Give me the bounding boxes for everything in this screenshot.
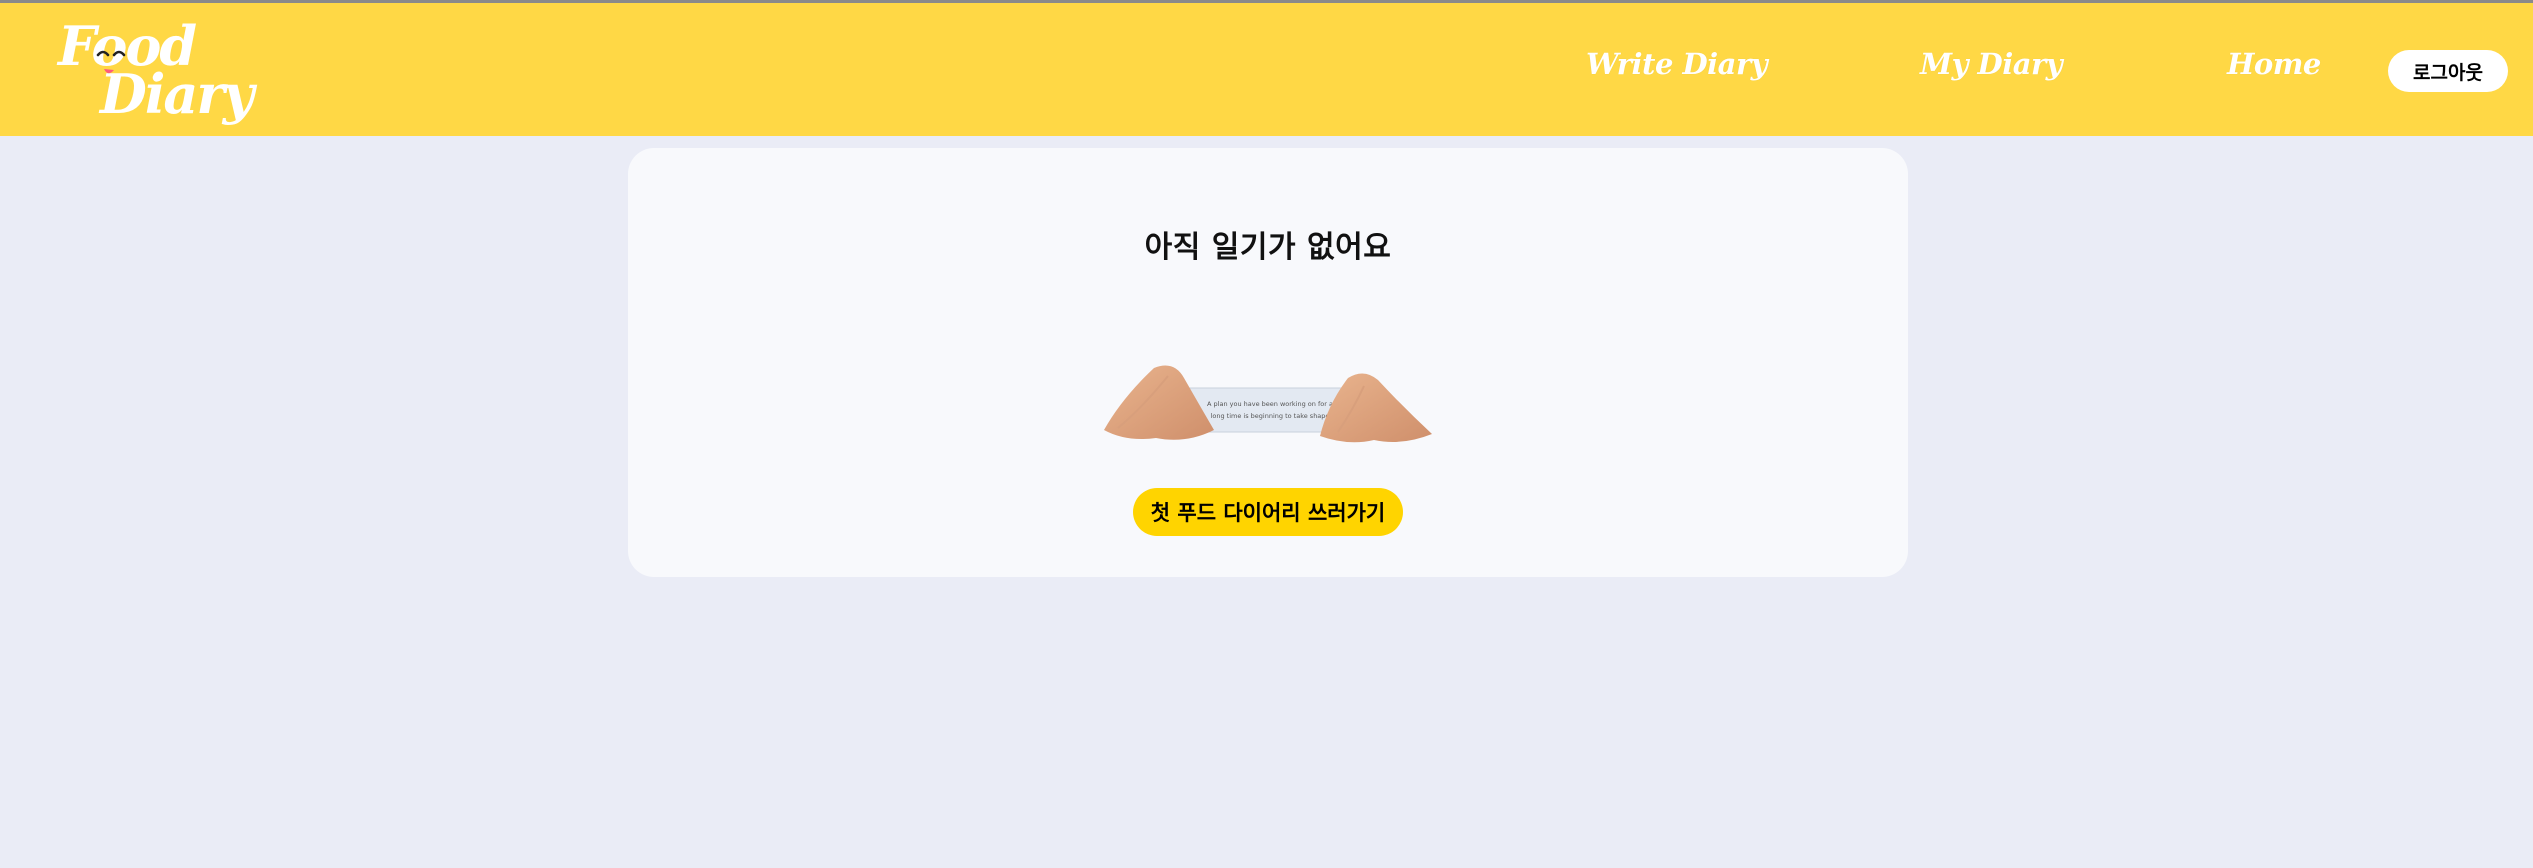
fortune-paper-line-1: A plan you have been working on for a [1207,400,1333,408]
write-first-diary-button[interactable]: 첫 푸드 다이어리 쓰러가기 [1133,488,1403,536]
smiling-face-icon [96,50,126,74]
logout-button[interactable]: 로그아웃 [2388,50,2508,92]
empty-state-title: 아직 일기가 없어요 [1144,230,1392,265]
nav-home[interactable]: Home [2227,47,2321,81]
fortune-cookie-image: A plan you have been working on for a lo… [1104,365,1432,443]
nav-my-diary[interactable]: My Diary [1920,47,2063,81]
food-diary-logo[interactable]: Food Diary [56,17,254,133]
site-header: Food Diary Write Diary My Diary Home 로그아… [0,3,2533,136]
nav-write-diary[interactable]: Write Diary [1586,47,1768,81]
fortune-paper-line-2: long time is beginning to take shape [1211,412,1330,420]
empty-diary-card: 아직 일기가 없어요 A plan you have been working … [628,148,1908,577]
